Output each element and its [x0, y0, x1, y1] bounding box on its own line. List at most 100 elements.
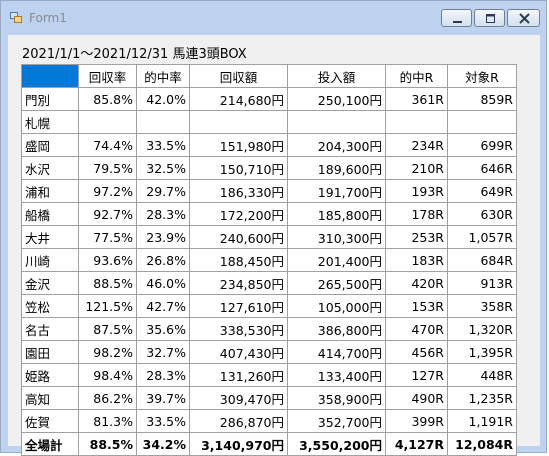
cell-hit-races[interactable]: 178R [385, 202, 448, 226]
cell-hit-races[interactable] [385, 110, 448, 134]
cell-returned-amount[interactable]: 131,260円 [189, 363, 288, 387]
cell-hit-rate[interactable]: 28.3% [136, 202, 190, 226]
cell-hit-rate[interactable]: 42.7% [136, 294, 190, 318]
cell-return-rate[interactable]: 86.2% [78, 386, 137, 410]
cell-venue[interactable]: 笠松 [21, 294, 79, 318]
cell-returned-amount[interactable]: 151,980円 [189, 133, 288, 157]
table-row[interactable]: 笠松 121.5% 42.7% 127,610円 105,000円 153R 358R [21, 294, 517, 318]
cell-hit-races[interactable]: 127R [385, 363, 448, 387]
cell-returned-amount[interactable]: 188,450円 [189, 248, 288, 272]
cell-venue[interactable]: 名古 [21, 317, 79, 341]
cell-target-races[interactable]: 1,320R [447, 317, 517, 341]
cell-target-races[interactable]: 913R [447, 271, 517, 295]
cell-target-races[interactable]: 1,235R [447, 386, 517, 410]
cell-return-rate[interactable]: 98.4% [78, 363, 137, 387]
cell-return-rate[interactable]: 77.5% [78, 225, 137, 249]
cell-hit-races[interactable]: 490R [385, 386, 448, 410]
cell-target-races[interactable] [447, 110, 517, 134]
cell-returned-amount[interactable]: 338,530円 [189, 317, 288, 341]
cell-hit-rate[interactable]: 46.0% [136, 271, 190, 295]
column-header-invested-amount[interactable]: 投入額 [287, 64, 386, 88]
cell-venue[interactable]: 佐賀 [21, 409, 79, 433]
cell-venue[interactable]: 水沢 [21, 156, 79, 180]
cell-returned-amount[interactable]: 286,870円 [189, 409, 288, 433]
table-row[interactable]: 川崎 93.6% 26.8% 188,450円 201,400円 183R 684R [21, 248, 517, 272]
cell-hit-rate[interactable]: 26.8% [136, 248, 190, 272]
cell-target-races[interactable]: 448R [447, 363, 517, 387]
total-cell-invested-amount[interactable]: 3,550,200円 [287, 432, 386, 456]
minimize-button[interactable] [441, 9, 472, 27]
cell-return-rate[interactable]: 85.8% [78, 87, 137, 111]
cell-returned-amount[interactable]: 127,610円 [189, 294, 288, 318]
cell-return-rate[interactable]: 97.2% [78, 179, 137, 203]
cell-hit-rate[interactable]: 29.7% [136, 179, 190, 203]
total-row[interactable]: 全場計 88.5% 34.2% 3,140,970円 3,550,200円 4,127R 1… [21, 432, 517, 456]
cell-invested-amount[interactable]: 310,300円 [287, 225, 386, 249]
cell-hit-races[interactable]: 361R [385, 87, 448, 111]
table-row[interactable]: 名古 87.5% 35.6% 338,530円 386,800円 470R 1,320R [21, 317, 517, 341]
cell-returned-amount[interactable]: 214,680円 [189, 87, 288, 111]
cell-hit-races[interactable]: 253R [385, 225, 448, 249]
cell-return-rate[interactable]: 93.6% [78, 248, 137, 272]
cell-hit-races[interactable]: 470R [385, 317, 448, 341]
cell-venue[interactable]: 大井 [21, 225, 79, 249]
cell-returned-amount[interactable]: 172,200円 [189, 202, 288, 226]
cell-hit-races[interactable]: 234R [385, 133, 448, 157]
cell-venue[interactable]: 船橋 [21, 202, 79, 226]
cell-venue[interactable]: 川崎 [21, 248, 79, 272]
column-header-hit-races[interactable]: 的中R [385, 64, 448, 88]
cell-hit-rate[interactable]: 33.5% [136, 409, 190, 433]
cell-target-races[interactable]: 699R [447, 133, 517, 157]
cell-venue[interactable]: 姫路 [21, 363, 79, 387]
cell-return-rate[interactable]: 121.5% [78, 294, 137, 318]
cell-target-races[interactable]: 859R [447, 87, 517, 111]
table-row[interactable]: 姫路 98.4% 28.3% 131,260円 133,400円 127R 448R [21, 363, 517, 387]
cell-venue[interactable]: 高知 [21, 386, 79, 410]
cell-return-rate[interactable]: 92.7% [78, 202, 137, 226]
table-row[interactable]: 園田 98.2% 32.7% 407,430円 414,700円 456R 1,395R [21, 340, 517, 364]
cell-hit-races[interactable]: 456R [385, 340, 448, 364]
cell-returned-amount[interactable]: 407,430円 [189, 340, 288, 364]
cell-hit-races[interactable]: 193R [385, 179, 448, 203]
title-bar[interactable]: Form1 [1, 1, 546, 35]
cell-invested-amount[interactable]: 265,500円 [287, 271, 386, 295]
cell-invested-amount[interactable]: 191,700円 [287, 179, 386, 203]
cell-return-rate[interactable]: 88.5% [78, 271, 137, 295]
table-row[interactable]: 佐賀 81.3% 33.5% 286,870円 352,700円 399R 1,191R [21, 409, 517, 433]
cell-invested-amount[interactable]: 204,300円 [287, 133, 386, 157]
cell-target-races[interactable]: 646R [447, 156, 517, 180]
cell-invested-amount[interactable]: 189,600円 [287, 156, 386, 180]
cell-hit-rate[interactable]: 32.5% [136, 156, 190, 180]
total-cell-hit-races[interactable]: 4,127R [385, 432, 448, 456]
cell-venue[interactable]: 浦和 [21, 179, 79, 203]
cell-target-races[interactable]: 358R [447, 294, 517, 318]
cell-target-races[interactable]: 649R [447, 179, 517, 203]
cell-returned-amount[interactable]: 309,470円 [189, 386, 288, 410]
cell-return-rate[interactable]: 74.4% [78, 133, 137, 157]
total-cell-venue[interactable]: 全場計 [21, 432, 79, 456]
table-row[interactable]: 盛岡 74.4% 33.5% 151,980円 204,300円 234R 699R [21, 133, 517, 157]
table-row[interactable]: 札幌 [21, 110, 517, 134]
cell-return-rate[interactable]: 87.5% [78, 317, 137, 341]
cell-invested-amount[interactable]: 133,400円 [287, 363, 386, 387]
cell-target-races[interactable]: 630R [447, 202, 517, 226]
cell-target-races[interactable]: 1,191R [447, 409, 517, 433]
cell-target-races[interactable]: 1,395R [447, 340, 517, 364]
cell-hit-races[interactable]: 153R [385, 294, 448, 318]
cell-invested-amount[interactable]: 358,900円 [287, 386, 386, 410]
maximize-button[interactable] [474, 9, 505, 27]
cell-return-rate[interactable]: 79.5% [78, 156, 137, 180]
column-header-return-rate[interactable]: 回収率 [78, 64, 137, 88]
cell-invested-amount[interactable]: 352,700円 [287, 409, 386, 433]
table-row[interactable]: 高知 86.2% 39.7% 309,470円 358,900円 490R 1,235R [21, 386, 517, 410]
close-button[interactable] [507, 9, 540, 27]
table-row[interactable]: 船橋 92.7% 28.3% 172,200円 185,800円 178R 630R [21, 202, 517, 226]
table-row[interactable]: 門別 85.8% 42.0% 214,680円 250,100円 361R 859R [21, 87, 517, 111]
cell-return-rate[interactable]: 81.3% [78, 409, 137, 433]
cell-invested-amount[interactable]: 386,800円 [287, 317, 386, 341]
table-row[interactable]: 金沢 88.5% 46.0% 234,850円 265,500円 420R 913R [21, 271, 517, 295]
cell-returned-amount[interactable] [189, 110, 288, 134]
results-grid[interactable]: 回収率 的中率 回収額 投入額 的中R 対象R 門別 85.8% 42.0% 214,… [21, 64, 517, 456]
table-row[interactable]: 大井 77.5% 23.9% 240,600円 310,300円 253R 1,057R [21, 225, 517, 249]
cell-hit-rate[interactable]: 39.7% [136, 386, 190, 410]
